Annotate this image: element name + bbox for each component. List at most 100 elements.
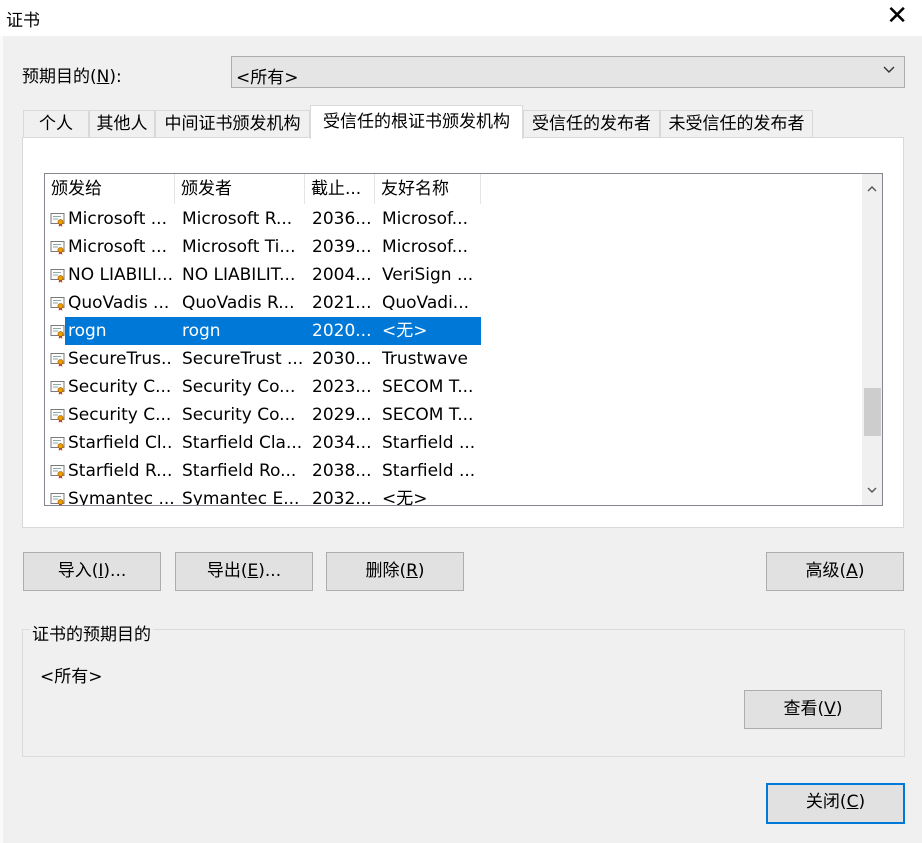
table-row[interactable]: Microsoft ... Microsoft R... 2036... Micros… [45, 205, 865, 233]
certificate-list[interactable]: 颁发给 颁发者 截止... 友好名称 Microsoft ... Microsof… [44, 173, 883, 506]
column-friendly-name[interactable]: 友好名称 [375, 174, 481, 204]
close-icon[interactable]: ✕ [886, 2, 908, 30]
cell-issued-by: rogn [182, 321, 221, 341]
cell-issued-by: QuoVadis R... [182, 293, 295, 313]
cell-friendly-name: Trustwave [382, 349, 469, 369]
vertical-scrollbar[interactable] [862, 174, 882, 505]
certificate-icon [50, 381, 65, 395]
window-title: 证书 [6, 11, 40, 31]
certificate-icon [50, 353, 65, 367]
view-button[interactable]: 查看(V) [744, 690, 882, 729]
title-bar: 证书 ✕ [0, 0, 922, 36]
advanced-button[interactable]: 高级(A) [766, 552, 904, 591]
purpose-label-suffix: ): [109, 67, 122, 87]
cell-issued-to: Symantec ... [68, 489, 173, 506]
scroll-up-icon[interactable] [867, 184, 877, 194]
table-row[interactable]: Starfield R... Starfield Ro... 2038... Star… [45, 457, 865, 485]
cell-issued-by: Security Co... [182, 405, 296, 425]
cell-expiration: 2036... [312, 209, 372, 229]
cell-issued-to: QuoVadis ... [68, 293, 170, 313]
scrollbar-thumb[interactable] [864, 388, 881, 436]
cell-expiration: 2023... [312, 377, 372, 397]
cell-friendly-name: SECOM T... [382, 405, 474, 425]
purpose-label-text: 预期目的( [22, 67, 97, 87]
chevron-down-icon [883, 66, 895, 73]
cell-expiration: 2004... [312, 265, 372, 285]
export-label: 导出( [206, 561, 248, 581]
cell-issued-by: NO LIABILIT... [182, 265, 296, 285]
close-mnemonic: C [846, 792, 859, 812]
remove-suffix: ) [417, 561, 425, 581]
cell-friendly-name: VeriSign ... [382, 265, 474, 285]
cell-expiration: 2032... [312, 489, 372, 506]
column-expiration[interactable]: 截止... [305, 174, 375, 204]
remove-mnemonic: R [406, 561, 418, 581]
remove-button[interactable]: 删除(R) [326, 552, 464, 591]
certificate-icon [50, 409, 65, 423]
column-issued-by[interactable]: 颁发者 [175, 174, 305, 204]
certificate-icon [50, 465, 65, 479]
cell-issued-to: NO LIABILI... [68, 265, 173, 285]
cell-expiration: 2021... [312, 293, 372, 313]
certificate-icon [50, 213, 65, 227]
export-mnemonic: E [247, 561, 259, 581]
table-row[interactable]: Starfield Cl... Starfield Cla... 2034... St… [45, 429, 865, 457]
window-edge [0, 36, 3, 843]
column-issued-to[interactable]: 颁发给 [45, 174, 175, 204]
cell-issued-to: Security C... [68, 377, 172, 397]
tab-trusted-publishers[interactable]: 受信任的发布者 [523, 110, 660, 138]
scroll-down-icon[interactable] [867, 485, 877, 495]
certificate-icon [50, 269, 65, 283]
list-header: 颁发给 颁发者 截止... 友好名称 [45, 174, 865, 204]
cell-friendly-name: Starfield ... [382, 461, 476, 481]
cell-issued-to: Microsoft ... [68, 209, 167, 229]
view-mnemonic: V [824, 699, 836, 719]
cell-issued-by: Starfield Cla... [182, 433, 303, 453]
tab-trusted-root-ca[interactable]: 受信任的根证书颁发机构 [310, 105, 523, 139]
cell-issued-by: Microsoft Ti... [182, 237, 296, 257]
cell-friendly-name: Starfield ... [382, 433, 476, 453]
cell-friendly-name: Microsof... [382, 237, 468, 257]
table-row[interactable]: rogn rogn 2020... <无> [45, 317, 865, 345]
close-button[interactable]: 关闭(C) [766, 783, 905, 824]
tab-other-people[interactable]: 其他人 [89, 110, 155, 138]
table-row[interactable]: Symantec ... Symantec E... 2032... <无> [45, 485, 865, 506]
cell-expiration: 2029... [312, 405, 372, 425]
cell-issued-to: Starfield Cl... [68, 433, 173, 453]
cell-issued-to: Security C... [68, 405, 172, 425]
cell-issued-by: Security Co... [182, 377, 296, 397]
cell-friendly-name: QuoVadi... [382, 293, 470, 313]
table-row[interactable]: Security C... Security Co... 2029... SECOM … [45, 401, 865, 429]
cell-friendly-name: Microsof... [382, 209, 468, 229]
certificate-icon [50, 297, 65, 311]
tab-intermediate-ca[interactable]: 中间证书颁发机构 [155, 110, 310, 138]
intended-purpose-select[interactable]: <所有> [231, 56, 905, 88]
import-suffix: )... [103, 561, 127, 581]
table-row[interactable]: QuoVadis ... QuoVadis R... 2021... QuoVadi.… [45, 289, 865, 317]
cell-issued-to: rogn [68, 321, 107, 341]
cell-issued-by: Microsoft R... [182, 209, 293, 229]
table-row[interactable]: SecureTrus... SecureTrust ... 2030... Trust… [45, 345, 865, 373]
certificate-icon [50, 437, 65, 451]
cell-expiration: 2038... [312, 461, 372, 481]
cell-issued-to: SecureTrus... [68, 349, 173, 369]
tab-untrusted-publishers[interactable]: 未受信任的发布者 [660, 110, 813, 138]
import-button[interactable]: 导入(I)... [23, 552, 161, 591]
close-label: 关闭( [805, 792, 847, 812]
table-row[interactable]: Security C... Security Co... 2023... SECOM … [45, 373, 865, 401]
intended-purposes-value: <所有> [40, 667, 103, 687]
cell-friendly-name: <无> [382, 489, 428, 506]
purpose-select-value: <所有> [236, 68, 299, 88]
table-row[interactable]: NO LIABILI... NO LIABILIT... 2004... VeriSi… [45, 261, 865, 289]
certificate-icon [50, 325, 65, 339]
remove-label: 删除( [365, 561, 407, 581]
export-button[interactable]: 导出(E)... [175, 552, 313, 591]
cell-issued-to: Starfield R... [68, 461, 173, 481]
view-suffix: ) [835, 699, 843, 719]
import-label: 导入( [57, 561, 99, 581]
tab-personal[interactable]: 个人 [23, 110, 89, 138]
cell-expiration: 2034... [312, 433, 372, 453]
table-row[interactable]: Microsoft ... Microsoft Ti... 2039... Micro… [45, 233, 865, 261]
cell-issued-by: Symantec E... [182, 489, 300, 506]
purpose-label-mnemonic: N [96, 67, 110, 87]
